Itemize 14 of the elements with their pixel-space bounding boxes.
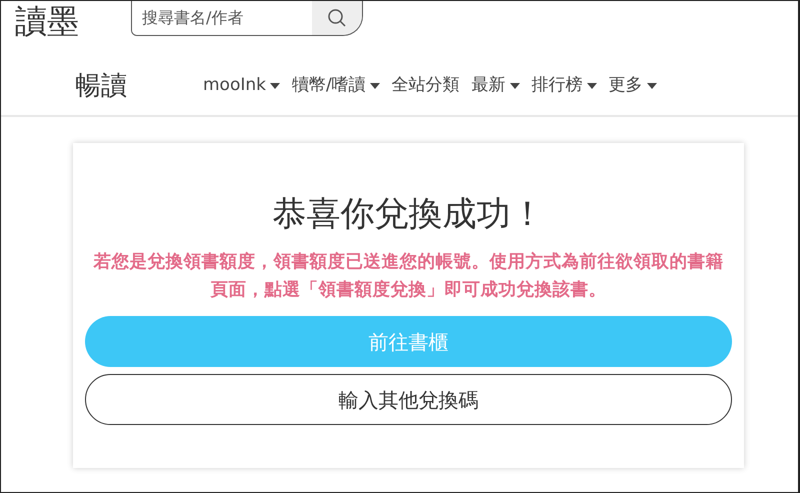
dropdown-menu-link[interactable]: mooInk (203, 73, 280, 99)
dropdown-menu-link[interactable]: 更多 (608, 73, 657, 99)
redeem-code-button[interactable]: 輸入其他兌換碼 (85, 374, 732, 425)
search-icon (327, 8, 347, 28)
success-title: 恭喜你兌換成功！ (272, 193, 546, 236)
search-button[interactable] (312, 1, 362, 35)
search-field[interactable]: 搜尋書名/作者 (131, 1, 363, 36)
site-logo[interactable]: 讀墨 (15, 1, 115, 39)
instruction-text: 若您是兌換領書額度，領書額度已送進您的帳號。使用方式為前往欲領取的書籍頁面，點選「領書額度兌換」即可成功兌換該書。 (92, 250, 724, 302)
dropdown-menu-link[interactable]: 犢幣/嗜讀 (292, 73, 380, 99)
dropdown-menu-link[interactable]: 最新 (472, 73, 520, 99)
brand-link[interactable]: 暢讀 (75, 66, 203, 106)
nav-link[interactable]: 全站分類 (392, 73, 460, 99)
dropdown-menu-link[interactable]: 排行榜 (532, 73, 597, 99)
